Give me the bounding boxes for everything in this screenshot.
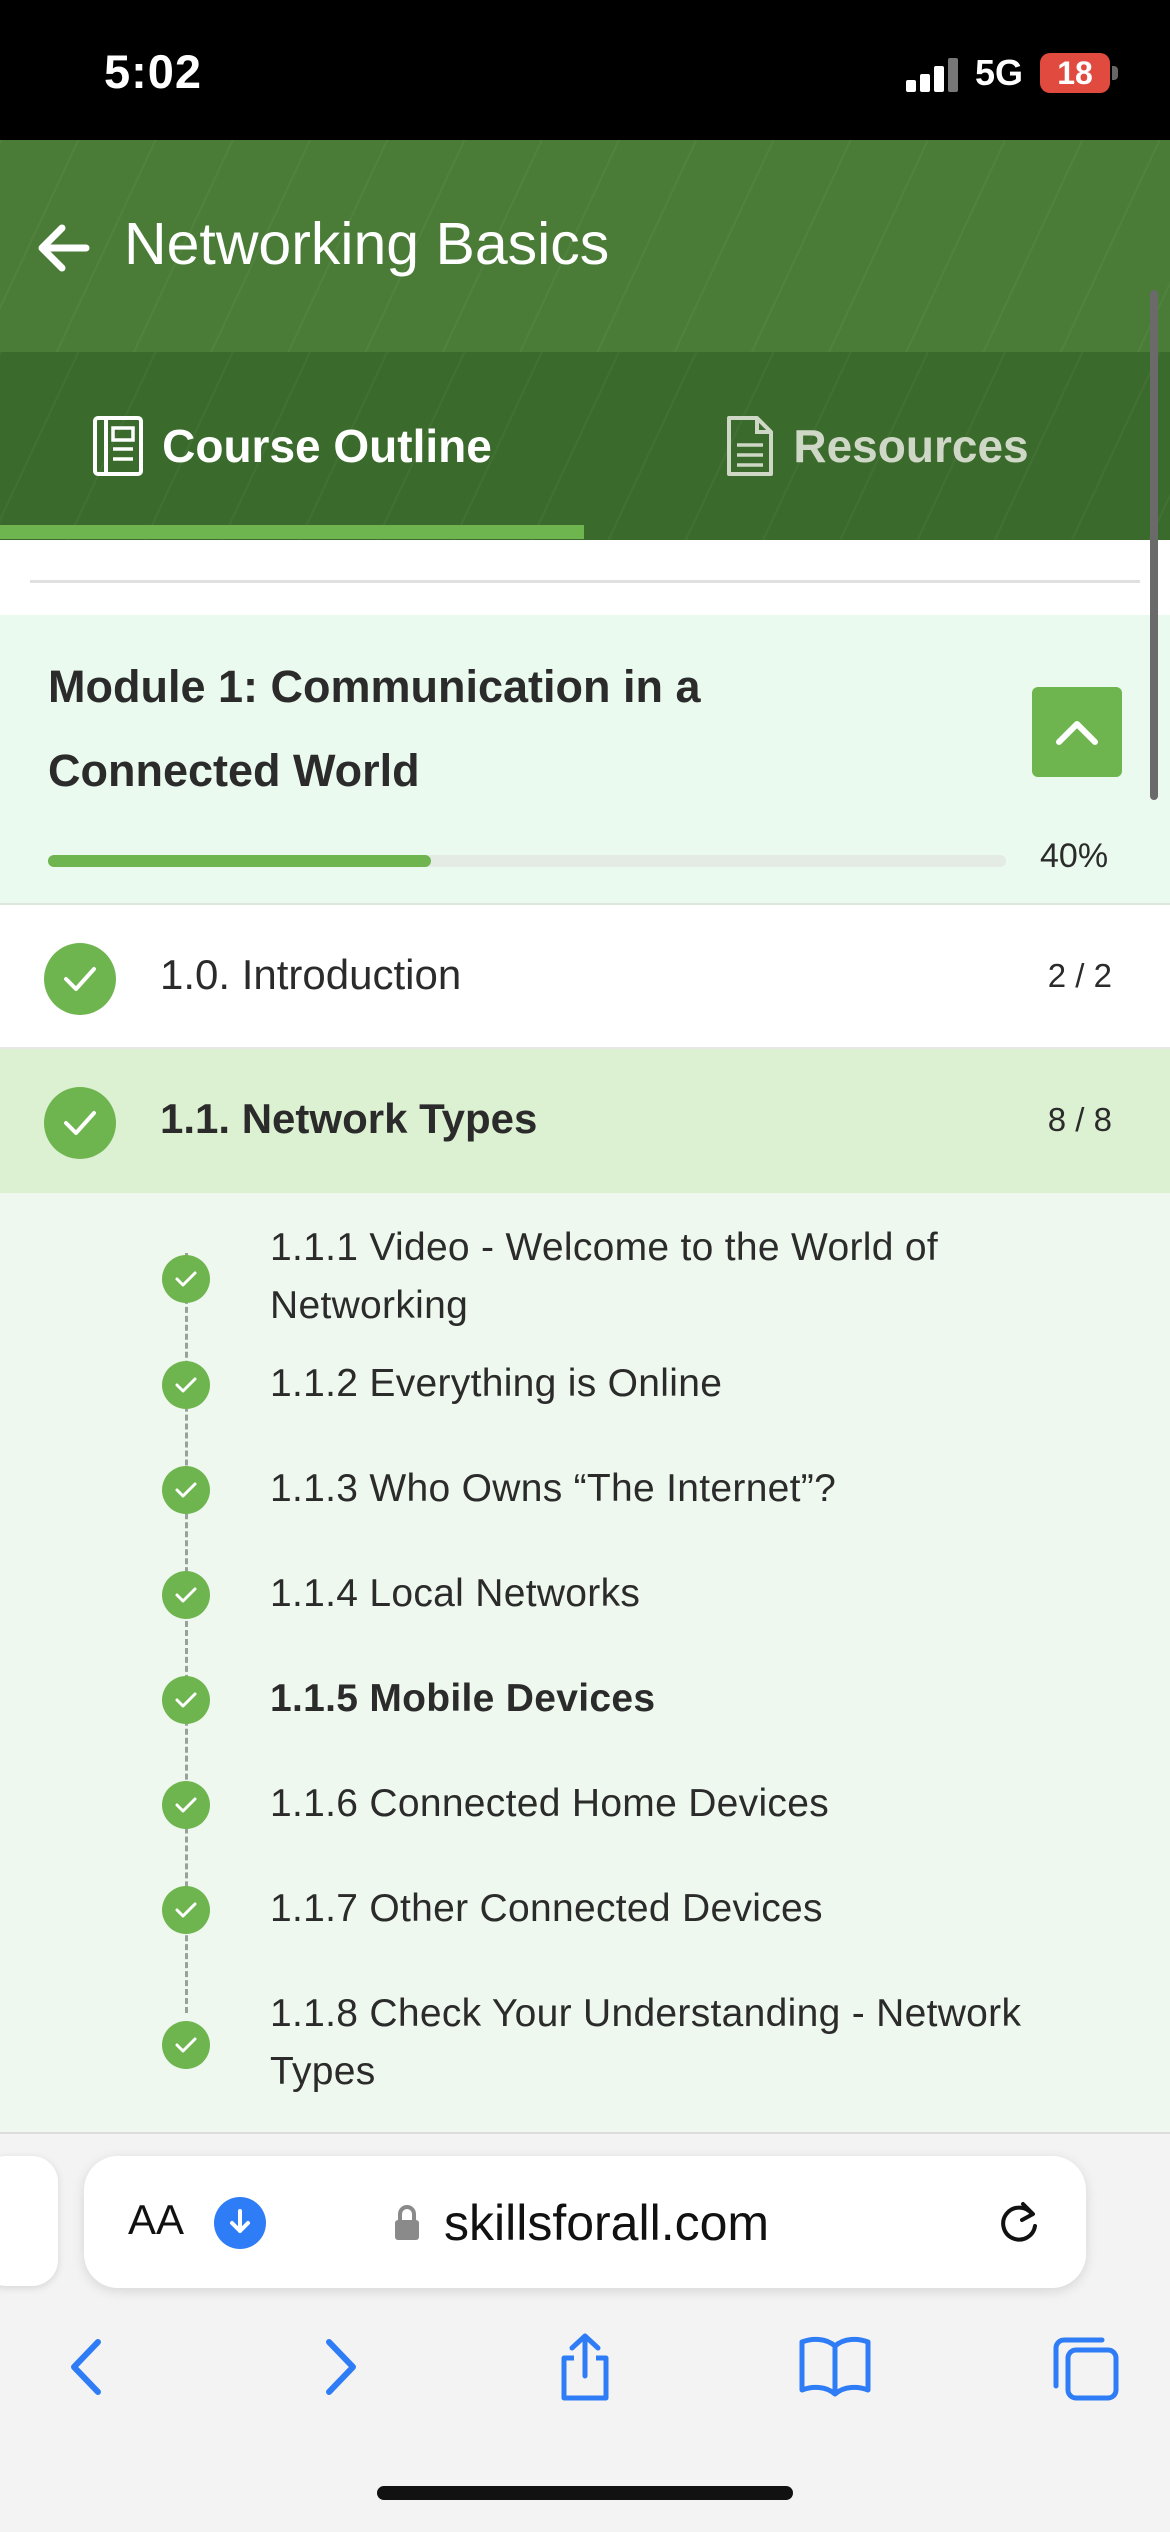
- forward-icon[interactable]: [285, 2312, 395, 2422]
- address-bar[interactable]: AA skillsforall.com: [84, 2156, 1086, 2288]
- collapse-button[interactable]: [1032, 687, 1122, 777]
- bookmarks-icon[interactable]: [778, 2312, 888, 2422]
- home-indicator: [377, 2486, 793, 2500]
- lock-icon: [395, 2205, 419, 2240]
- module-progress-bar: [48, 855, 1006, 867]
- tabs-icon[interactable]: [1030, 2312, 1140, 2422]
- completed-check-icon: [162, 1361, 210, 1409]
- signal-icon: [906, 58, 960, 92]
- page-title: Networking Basics: [124, 211, 610, 277]
- browser-toolbar: [0, 2312, 1170, 2422]
- url-text[interactable]: skillsforall.com: [444, 2194, 769, 2252]
- tab-bar: Course Outline Resources: [0, 352, 1170, 540]
- tab-course-outline-label: Course Outline: [162, 420, 492, 472]
- completed-check-icon: [162, 2021, 210, 2069]
- app-header: Networking Basics: [0, 140, 1170, 352]
- topic-label: 1.1.1 Video - Welcome to the World of Ne…: [270, 1226, 938, 1327]
- module-title: Module 1: Communication in a Connected W…: [48, 661, 701, 796]
- battery-tip: [1112, 66, 1118, 80]
- course-outline-content: Module 1: Communication in a Connected W…: [0, 540, 1170, 2132]
- completed-check-icon: [162, 1676, 210, 1724]
- module-card[interactable]: Module 1: Communication in a Connected W…: [0, 615, 1170, 905]
- completed-check-icon: [44, 1087, 116, 1159]
- back-icon[interactable]: [32, 2312, 142, 2422]
- topic-label: 1.1.3 Who Owns “The Internet”?: [270, 1467, 837, 1510]
- previous-tab-card[interactable]: [0, 2156, 58, 2286]
- tab-course-outline[interactable]: Course Outline: [0, 352, 584, 540]
- completed-check-icon: [44, 943, 116, 1015]
- completed-check-icon: [162, 1886, 210, 1934]
- course-outline-icon: [93, 416, 144, 476]
- status-bar: 5:02 5G 18: [0, 0, 1170, 140]
- reload-icon[interactable]: [994, 2198, 1044, 2248]
- completed-check-icon: [162, 1781, 210, 1829]
- topic-label: 1.1.6 Connected Home Devices: [270, 1782, 830, 1825]
- topic-label: 1.1.4 Local Networks: [270, 1572, 641, 1615]
- topic-label: 1.1.7 Other Connected Devices: [270, 1887, 823, 1930]
- status-time: 5:02: [104, 45, 203, 98]
- completed-check-icon: [162, 1466, 210, 1514]
- divider: [30, 580, 1140, 583]
- section-count: 2 / 2: [1047, 957, 1112, 994]
- section-row[interactable]: 1.0. Introduction 2 / 2: [0, 905, 1170, 1049]
- text-size-button[interactable]: AA: [128, 2196, 184, 2244]
- battery-icon: 18: [1040, 53, 1110, 93]
- chevron-up-icon: [1056, 721, 1098, 745]
- module-progress-label: 40%: [1040, 837, 1109, 875]
- back-arrow-icon[interactable]: [34, 218, 94, 278]
- section-title: 1.0. Introduction: [160, 951, 462, 998]
- tab-resources-label: Resources: [793, 420, 1029, 472]
- completed-check-icon: [162, 1255, 210, 1303]
- network-type: 5G: [975, 52, 1024, 93]
- section-title: 1.1. Network Types: [160, 1095, 538, 1142]
- share-icon[interactable]: [530, 2312, 640, 2422]
- document-icon: [727, 416, 774, 476]
- module-progress-fill: [48, 855, 432, 867]
- scrollbar[interactable]: [1150, 290, 1158, 800]
- topic-label: 1.1.8 Check Your Understanding - Network…: [270, 1992, 1022, 2093]
- completed-check-icon: [162, 1571, 210, 1619]
- topic-label: 1.1.2 Everything is Online: [270, 1362, 723, 1405]
- section-count: 8 / 8: [1047, 1101, 1112, 1138]
- download-icon[interactable]: [214, 2197, 266, 2249]
- active-tab-indicator: [0, 525, 584, 539]
- browser-chrome: AA skillsforall.com: [0, 2132, 1170, 2532]
- section-row-active[interactable]: 1.1. Network Types 8 / 8: [0, 1049, 1170, 1193]
- tab-resources[interactable]: Resources: [584, 352, 1170, 540]
- topic-list: 1.1.1 Video - Welcome to the World of Ne…: [0, 1193, 1170, 2132]
- topic-label: 1.1.5 Mobile Devices: [270, 1677, 656, 1720]
